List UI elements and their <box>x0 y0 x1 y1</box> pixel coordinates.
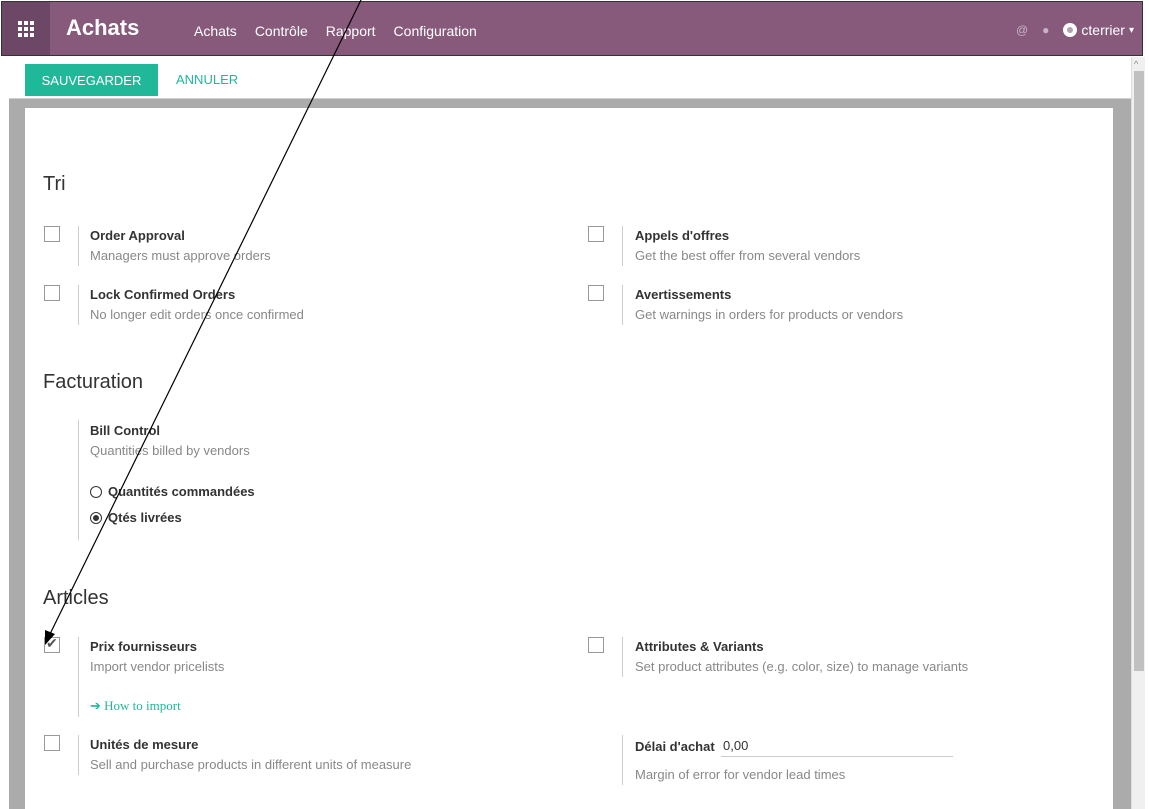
setting-desc-lock-orders: No longer edit orders once confirmed <box>90 307 304 322</box>
setting-title-lock-orders: Lock Confirmed Orders <box>90 287 236 302</box>
checkbox-prix-fournisseurs[interactable] <box>44 635 60 653</box>
menu-item-controle[interactable]: Contrôle <box>255 23 308 39</box>
divider <box>622 226 623 266</box>
setting-title-avertissements: Avertissements <box>635 287 732 302</box>
setting-title-prix-fournisseurs: Prix fournisseurs <box>90 639 197 654</box>
divider <box>78 285 79 325</box>
scroll-up-icon[interactable]: ^ <box>1134 59 1138 69</box>
checkbox-appels-offres[interactable] <box>588 226 604 242</box>
cancel-button[interactable]: ANNULER <box>176 64 238 96</box>
radio-quantites-commandees[interactable]: Quantités commandées <box>90 484 255 499</box>
scrollbar-thumb[interactable] <box>1134 71 1144 671</box>
setting-desc-order-approval: Managers must approve orders <box>90 248 271 263</box>
checkbox-avertissements[interactable] <box>588 285 604 301</box>
setting-desc-bill-control: Quantities billed by vendors <box>90 443 250 458</box>
setting-desc-prix-fournisseurs: Import vendor pricelists <box>90 659 225 674</box>
setting-desc-delai: Margin of error for vendor lead times <box>635 767 846 782</box>
section-title-tri: Tri <box>43 173 66 195</box>
field-label-delai-achat: Délai d'achat <box>635 739 715 754</box>
radio-selected-icon[interactable] <box>90 511 102 524</box>
delai-achat-input[interactable] <box>721 737 953 757</box>
setting-title-order-approval: Order Approval <box>90 228 185 243</box>
control-panel: SAUVEGARDER ANNULER <box>9 57 1134 99</box>
apps-menu-icon[interactable] <box>2 2 50 55</box>
section-title-facturation: Facturation <box>43 371 144 393</box>
setting-title-unites: Unités de mesure <box>90 737 199 752</box>
chat-icon[interactable]: ● <box>1042 23 1049 37</box>
user-menu[interactable]: cterrier ▾ <box>1063 22 1134 38</box>
setting-desc-unites: Sell and purchase products in different … <box>90 757 412 772</box>
section-title-articles: Articles <box>43 587 109 609</box>
avatar <box>1063 23 1078 37</box>
setting-title-attributes: Attributes & Variants <box>635 639 764 654</box>
top-navbar: Achats Achats Contrôle Rapport Configura… <box>1 1 1143 56</box>
setting-desc-avertissements: Get warnings in orders for products or v… <box>635 307 904 322</box>
checkbox-order-approval[interactable] <box>44 226 60 242</box>
systray: @ ● cterrier ▾ <box>1016 22 1134 38</box>
user-name: cterrier <box>1081 22 1125 38</box>
divider <box>622 637 623 677</box>
mention-icon[interactable]: @ <box>1016 23 1028 37</box>
link-label: How to import <box>104 698 181 713</box>
arrow-right-icon: ➔ <box>90 698 101 713</box>
checkbox-unites-mesure[interactable] <box>44 735 60 751</box>
menu-item-rapport[interactable]: Rapport <box>326 23 376 39</box>
radio-button-icon[interactable] <box>90 485 102 498</box>
menu-item-configuration[interactable]: Configuration <box>394 23 477 39</box>
divider <box>78 735 79 775</box>
divider <box>78 420 79 540</box>
scrollbar[interactable]: ^ <box>1131 57 1145 809</box>
setting-desc-attributes: Set product attributes (e.g. color, size… <box>635 659 969 674</box>
divider <box>622 735 623 785</box>
main-menu: Achats Contrôle Rapport Configuration <box>194 23 477 39</box>
checkbox-attributes-variants[interactable] <box>588 637 604 653</box>
checkbox-lock-confirmed-orders[interactable] <box>44 285 60 301</box>
divider <box>78 226 79 266</box>
radio-label: Quantités commandées <box>108 484 255 499</box>
menu-item-achats[interactable]: Achats <box>194 23 237 39</box>
setting-title-bill-control: Bill Control <box>90 423 161 438</box>
divider <box>78 637 79 717</box>
app-title[interactable]: Achats <box>66 15 139 41</box>
setting-desc-appels-offres: Get the best offer from several vendors <box>635 248 861 263</box>
radio-qtes-livrees[interactable]: Qtés livrées <box>90 510 182 525</box>
save-button[interactable]: SAUVEGARDER <box>25 64 158 96</box>
how-to-import-link[interactable]: ➔ How to import <box>90 698 181 714</box>
radio-label: Qtés livrées <box>108 510 182 525</box>
setting-title-appels-offres: Appels d'offres <box>635 228 730 243</box>
caret-down-icon: ▾ <box>1128 24 1134 36</box>
settings-sheet <box>25 108 1113 809</box>
divider <box>622 285 623 325</box>
